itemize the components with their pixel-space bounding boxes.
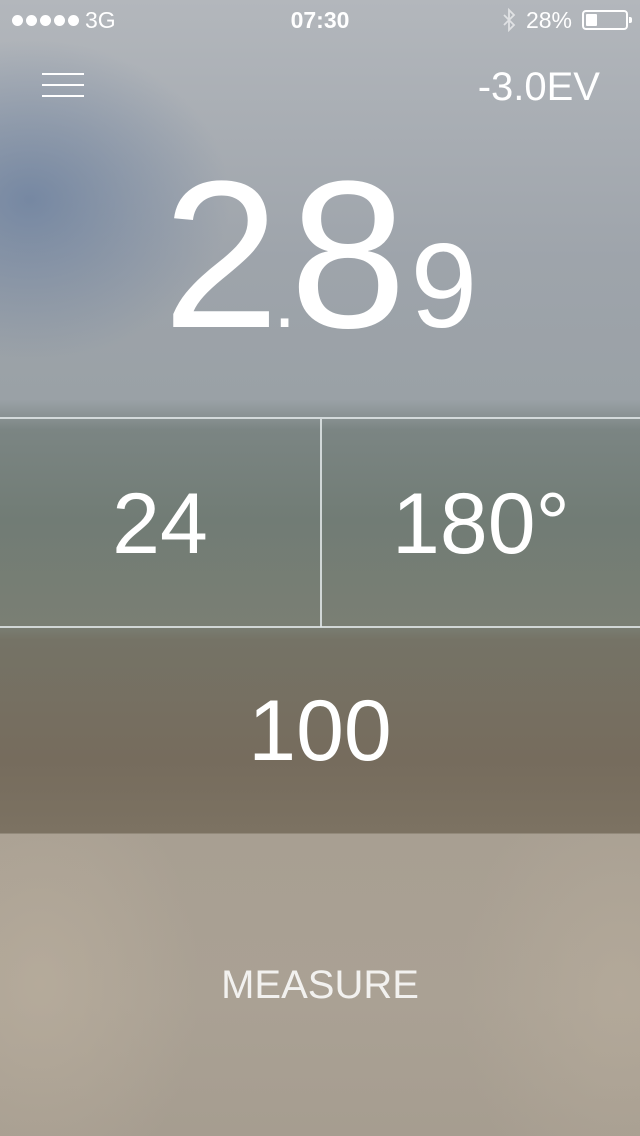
measure-label: MEASURE (221, 962, 419, 1007)
aperture-integer: 2 (162, 137, 280, 372)
shutter-angle-value: 180° (392, 475, 570, 572)
iso-setting[interactable]: 100 (0, 629, 640, 834)
menu-line (42, 95, 84, 97)
measure-button[interactable]: MEASURE (0, 834, 640, 1136)
battery-percent: 28% (525, 7, 572, 33)
hamburger-menu-icon[interactable] (42, 70, 86, 100)
shutter-fps-setting[interactable]: 24 (0, 421, 320, 627)
aperture-decimal: 8 (289, 137, 407, 372)
ev-compensation-button[interactable]: -3.0EV (478, 62, 600, 112)
aperture-reading: 2.89 (0, 150, 640, 360)
iso-value: 100 (248, 683, 392, 779)
status-bar: 3G 07:30 28% (0, 0, 640, 40)
shutter-fps-value: 24 (112, 475, 208, 572)
battery-level-fill (586, 14, 597, 26)
menu-line (42, 84, 84, 86)
menu-line (42, 73, 84, 75)
status-right: 28% (502, 0, 632, 40)
bluetooth-icon (503, 8, 516, 32)
shutter-angle-setting[interactable]: 180° (322, 421, 640, 627)
aperture-subscript: 9 (410, 219, 478, 353)
battery-icon (582, 10, 632, 30)
